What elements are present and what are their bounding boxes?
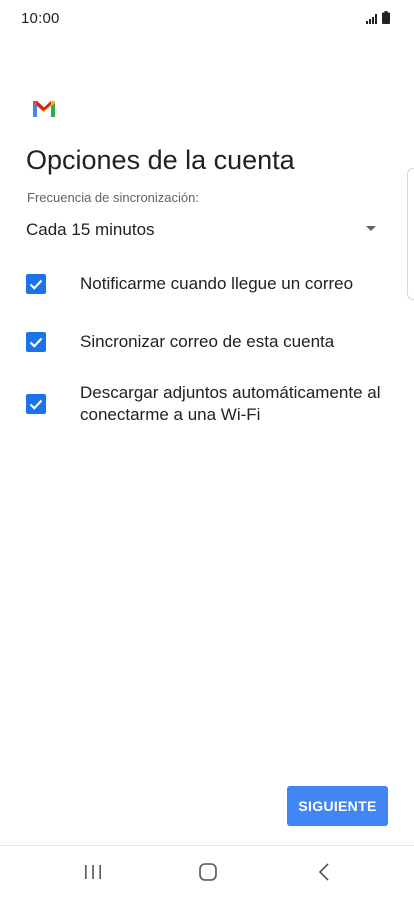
sync-frequency-value: Cada 15 minutos [26,220,155,239]
status-time: 10:00 [21,10,60,27]
screen: 10:00 Opciones de la cuenta Frecuencia d… [0,0,414,897]
checkbox-checked-icon[interactable] [26,332,46,352]
back-icon [318,862,329,881]
recent-apps-button[interactable] [53,846,133,897]
option-download-attachments-wifi[interactable]: Descargar adjuntos automáticamente al co… [0,381,414,427]
navigation-bar [0,846,414,897]
checkbox-checked-icon[interactable] [26,394,46,414]
home-icon [199,862,217,881]
back-button[interactable] [284,846,364,897]
status-bar: 10:00 [0,0,414,38]
checkbox-checked-icon[interactable] [26,274,46,294]
recent-apps-icon [85,864,101,879]
next-button[interactable]: SIGUIENTE [287,786,388,826]
sync-frequency-dropdown[interactable]: Cada 15 minutos [26,215,384,245]
option-label: Sincronizar correo de esta cuenta [80,332,335,351]
sync-frequency-label: Frecuencia de sincronización: [27,190,199,205]
dropdown-arrow-icon [366,226,376,231]
home-button[interactable] [168,846,248,897]
signal-icon [366,14,377,24]
option-notify-new-mail[interactable]: Notificarme cuando llegue un correo [0,272,414,298]
option-sync-account-mail[interactable]: Sincronizar correo de esta cuenta [0,330,414,356]
status-icons [366,11,390,24]
gmail-logo [33,101,55,117]
option-label: Descargar adjuntos automáticamente al co… [80,383,381,424]
option-label: Notificarme cuando llegue un correo [80,274,354,293]
battery-icon [382,11,390,24]
page-title: Opciones de la cuenta [26,145,295,175]
